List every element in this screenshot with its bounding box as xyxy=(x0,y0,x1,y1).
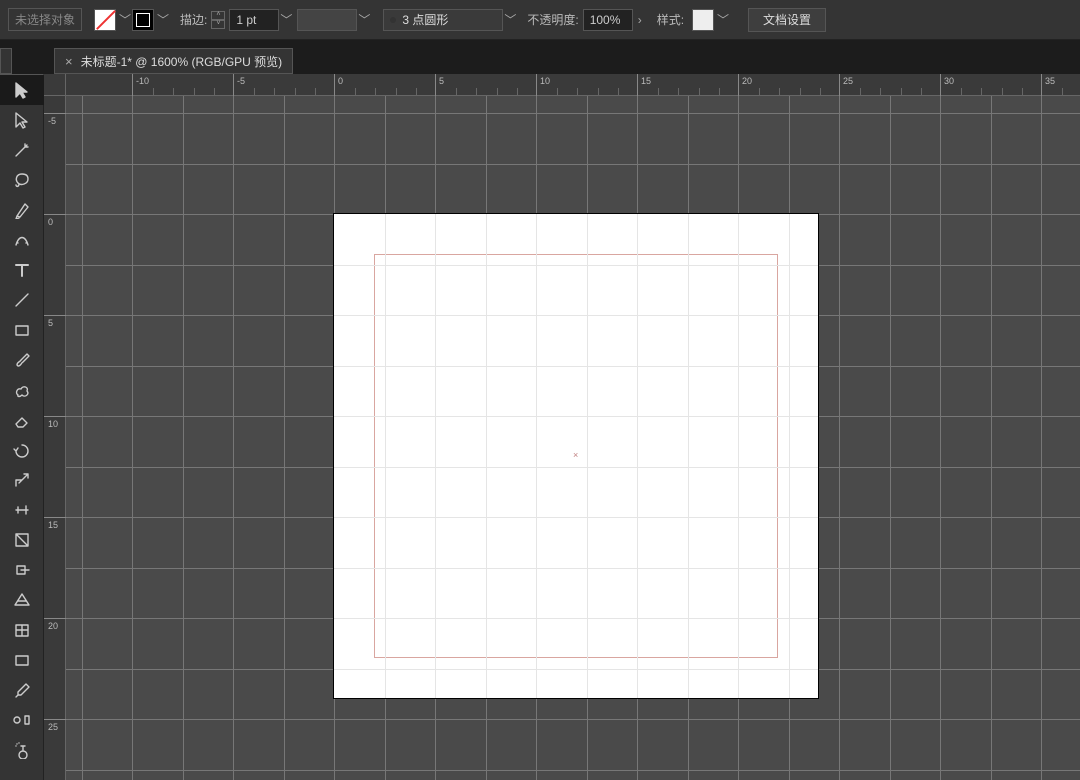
symbol-sprayer-tool[interactable] xyxy=(0,735,44,765)
mesh-tool[interactable] xyxy=(0,615,44,645)
artboard[interactable]: × xyxy=(334,214,818,698)
artboard-center-mark: × xyxy=(573,450,578,460)
brush-dot-icon xyxy=(390,17,396,23)
stroke-label: 描边: xyxy=(180,11,207,28)
brush-definition-field[interactable]: 3 点圆形 xyxy=(383,9,503,31)
blob-brush-tool[interactable] xyxy=(0,375,44,405)
selection-status: 未选择对象 xyxy=(8,8,82,31)
blend-tool[interactable] xyxy=(0,705,44,735)
vertical-ruler[interactable]: -50510152025 xyxy=(44,96,66,780)
fill-swatch[interactable] xyxy=(94,9,116,31)
opacity-label: 不透明度: xyxy=(527,11,578,28)
width-tool[interactable] xyxy=(0,495,44,525)
gradient-tool[interactable] xyxy=(0,645,44,675)
home-tab-handle[interactable] xyxy=(0,48,12,74)
stroke-dropdown-icon[interactable]: ﹀ xyxy=(156,9,170,31)
eyedropper-tool[interactable] xyxy=(0,675,44,705)
graphic-style-swatch[interactable] xyxy=(692,9,714,31)
stroke-stepper[interactable]: ˄˅ xyxy=(211,11,225,29)
perspective-grid-tool[interactable] xyxy=(0,585,44,615)
options-bar: 未选择对象 ﹀ ﹀ 描边: ˄˅ 1 pt ﹀ ﹀ 3 点圆形 ﹀ 不透明度: … xyxy=(0,0,1080,40)
tools-panel xyxy=(0,74,44,780)
eraser-tool[interactable] xyxy=(0,405,44,435)
document-tab[interactable]: × 未标题-1* @ 1600% (RGB/GPU 预览) xyxy=(54,48,293,74)
direct-selection-tool[interactable] xyxy=(0,105,44,135)
selection-tool[interactable] xyxy=(0,75,44,105)
stroke-weight-field[interactable]: 1 pt xyxy=(229,9,279,31)
close-tab-icon[interactable]: × xyxy=(65,54,73,69)
opacity-field[interactable]: 100% xyxy=(583,9,633,31)
free-transform-tool[interactable] xyxy=(0,525,44,555)
stroke-swatch[interactable] xyxy=(132,9,154,31)
rotate-tool[interactable] xyxy=(0,435,44,465)
magic-wand-tool[interactable] xyxy=(0,135,44,165)
fill-dropdown-icon[interactable]: ﹀ xyxy=(118,9,132,31)
type-tool[interactable] xyxy=(0,255,44,285)
brush-name: 3 点圆形 xyxy=(402,11,448,28)
rectangle-tool[interactable] xyxy=(0,315,44,345)
stroke-weight-dropdown-icon[interactable]: ﹀ xyxy=(279,9,293,31)
stroke-profile-preview[interactable] xyxy=(297,9,357,31)
shape-builder-tool[interactable] xyxy=(0,555,44,585)
line-tool[interactable] xyxy=(0,285,44,315)
paintbrush-tool[interactable] xyxy=(0,345,44,375)
style-label: 样式: xyxy=(657,11,684,28)
document-tab-title: 未标题-1* @ 1600% (RGB/GPU 预览) xyxy=(81,53,283,70)
curvature-tool[interactable] xyxy=(0,225,44,255)
document-setup-button[interactable]: 文档设置 xyxy=(748,8,826,32)
horizontal-ruler[interactable]: -10-505101520253035 xyxy=(66,74,1080,96)
ruler-origin-corner[interactable] xyxy=(44,74,66,96)
lasso-tool[interactable] xyxy=(0,165,44,195)
scale-tool[interactable] xyxy=(0,465,44,495)
brush-dropdown-icon[interactable]: ﹀ xyxy=(503,9,517,31)
style-dropdown-icon[interactable]: ﹀ xyxy=(716,9,730,31)
opacity-dropdown-icon[interactable]: › xyxy=(633,9,647,31)
stroke-profile-dropdown-icon[interactable]: ﹀ xyxy=(357,9,371,31)
canvas-stage[interactable]: -10-505101520253035 -50510152025 × xyxy=(44,74,1080,780)
pen-tool[interactable] xyxy=(0,195,44,225)
